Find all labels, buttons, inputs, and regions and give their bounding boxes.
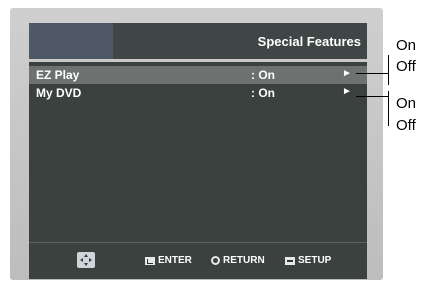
- arrow-right-icon: ►: [342, 86, 352, 97]
- navigation-pad-icon: [77, 252, 95, 268]
- settings-menu: EZ Play : On ► My DVD : On ►: [29, 66, 367, 102]
- callout-option-on: On: [396, 95, 417, 112]
- enter-icon: [145, 256, 155, 265]
- menu-item-label: EZ Play: [36, 68, 80, 82]
- callout-bracket-ez-play: [388, 55, 389, 85]
- setup-button[interactable]: SETUP: [285, 255, 331, 266]
- callout-option-off: Off: [396, 58, 416, 75]
- menu-item-label: My DVD: [36, 86, 82, 100]
- callout-option-on: On: [396, 37, 417, 54]
- menu-item-my-dvd[interactable]: My DVD : On ►: [29, 84, 367, 102]
- return-icon: [211, 256, 220, 265]
- menu-item-value: : On: [251, 86, 275, 100]
- header-accent: [29, 23, 113, 59]
- callout-option-off: Off: [396, 117, 416, 134]
- menu-item-ez-play[interactable]: EZ Play : On ►: [29, 66, 367, 84]
- header-bar: Special Features: [29, 23, 367, 59]
- page-title: Special Features: [257, 34, 361, 49]
- setup-icon: [285, 256, 295, 265]
- callout-line-my-dvd: [356, 96, 389, 97]
- return-button[interactable]: RETURN: [211, 255, 265, 266]
- header-divider: [29, 59, 367, 62]
- arrow-right-icon: ►: [342, 68, 352, 79]
- return-label: RETURN: [223, 255, 265, 266]
- setup-label: SETUP: [298, 255, 332, 266]
- menu-item-value: : On: [251, 68, 275, 82]
- footer-divider: [29, 242, 367, 243]
- osd-screen: Special Features EZ Play : On ► My DVD :…: [29, 23, 367, 279]
- enter-label: ENTER: [158, 255, 192, 266]
- enter-button[interactable]: ENTER: [145, 255, 192, 266]
- callout-line-ez-play: [356, 73, 389, 74]
